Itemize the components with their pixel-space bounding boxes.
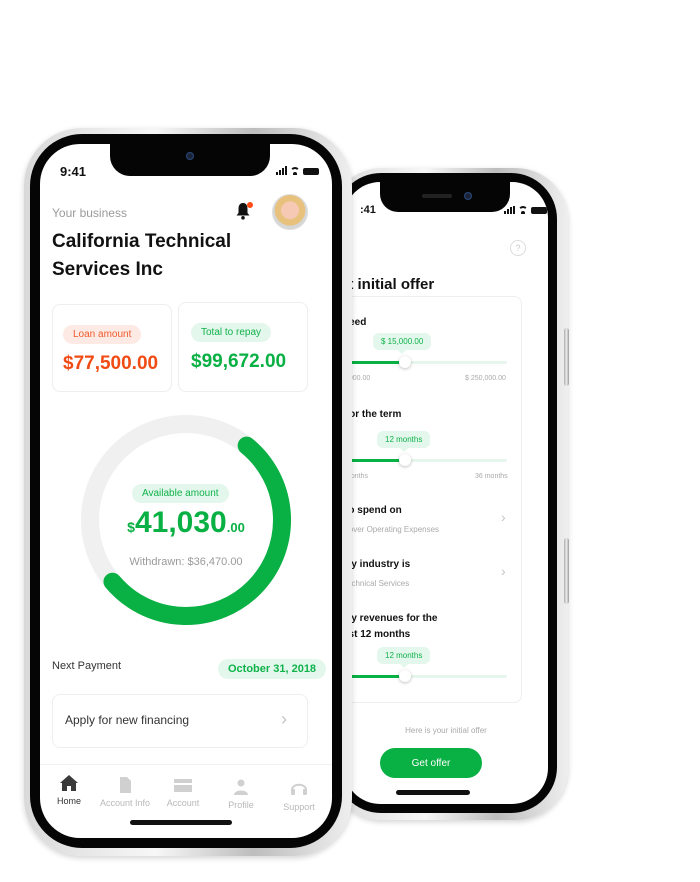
card-icon: [174, 779, 192, 792]
withdrawn-amount: Withdrawn: $36,470.00: [129, 556, 243, 568]
status-time: :41: [360, 204, 376, 216]
tab-support[interactable]: Support: [270, 781, 328, 812]
home-indicator: [396, 790, 470, 795]
available-amount-value: $41,030.00: [40, 506, 332, 540]
loan-amount-card: Loan amount $77,500.00: [52, 304, 172, 392]
chevron-right-icon: ›: [281, 709, 287, 729]
loan-amount-label: Loan amount: [63, 325, 142, 344]
tab-label: Account Info: [99, 798, 151, 808]
side-button: [564, 328, 569, 386]
offer-screen: :41 ? et initial offer need $ 15,000.00 …: [344, 182, 548, 804]
revenue-slider[interactable]: [344, 670, 507, 682]
apply-financing-button[interactable]: Apply for new financing ›: [52, 694, 308, 748]
get-offer-button[interactable]: Get offer: [380, 748, 482, 778]
revenue-tooltip: 12 months: [377, 647, 431, 668]
status-icons: [504, 206, 547, 214]
tab-home[interactable]: Home: [40, 775, 98, 806]
camera: [464, 192, 472, 200]
currency-symbol: $: [127, 519, 135, 535]
signal-icon: [504, 206, 515, 214]
status-time: 9:41: [60, 164, 87, 179]
notification-badge: [247, 202, 253, 208]
initial-offer-text: Here is your initial offer: [405, 726, 487, 735]
available-amount-label: Available amount: [132, 484, 229, 503]
dashboard-screen: 9:41 Your business California Technical …: [40, 144, 332, 838]
phone-dashboard: 9:41 Your business California Technical …: [24, 128, 354, 863]
document-icon: [120, 777, 131, 793]
tab-label: Account: [166, 798, 200, 808]
next-payment-date: October 31, 2018: [218, 659, 327, 679]
camera: [186, 152, 194, 160]
page-title: et initial offer: [344, 276, 435, 293]
home-icon: [60, 775, 78, 791]
battery-icon: [531, 207, 547, 214]
need-max: $ 250,000.00: [465, 375, 506, 382]
battery-icon: [303, 168, 319, 175]
signal-icon: [276, 166, 287, 175]
notch: [110, 142, 270, 176]
notch: [380, 182, 510, 212]
revenue-label-1: My revenues for the: [344, 613, 438, 624]
speaker: [422, 194, 452, 198]
need-slider[interactable]: [344, 356, 507, 368]
chevron-right-icon: ›: [501, 563, 506, 579]
section-label: Your business: [52, 206, 127, 220]
tab-account-info[interactable]: Account Info: [96, 777, 154, 808]
wifi-icon: [290, 167, 300, 175]
next-payment-label: Next Payment: [52, 660, 122, 672]
avatar[interactable]: [272, 194, 308, 230]
total-repay-label: Total to repay: [191, 323, 272, 342]
business-name: California Technical Services Inc: [52, 231, 232, 280]
term-slider[interactable]: [344, 454, 507, 466]
spend-value: Cover Operating Expenses: [344, 525, 440, 534]
chevron-right-icon: ›: [501, 509, 506, 525]
side-button: [564, 538, 569, 604]
offer-form-card: need $ 15,000.00 5,000.00 $ 250,000.00 F…: [344, 296, 522, 703]
amount-cents: .00: [226, 520, 245, 535]
wifi-icon: [518, 206, 528, 214]
tab-profile[interactable]: Profile: [212, 779, 270, 810]
tab-label: Profile: [228, 800, 254, 810]
tab-account[interactable]: Account: [154, 777, 212, 808]
slider-handle[interactable]: [399, 356, 412, 368]
home-indicator: [130, 820, 232, 825]
person-icon: [234, 779, 248, 795]
total-repay-value: $99,672.00: [191, 351, 287, 372]
total-repay-card: Total to repay $99,672.00: [178, 302, 308, 392]
term-max: 36 months: [475, 473, 508, 480]
need-tooltip: $ 15,000.00: [373, 333, 432, 354]
headset-icon: [291, 783, 307, 795]
tab-bar: Home Account Info Account Profile Suppor…: [40, 764, 332, 825]
term-tooltip: 12 months: [377, 431, 431, 452]
apply-financing-label: Apply for new financing: [65, 713, 190, 727]
status-icons: [276, 166, 319, 175]
loan-amount-value: $77,500.00: [63, 353, 159, 374]
amount-whole: 41,030: [134, 506, 227, 539]
help-button[interactable]: ?: [510, 240, 526, 256]
phone-offer: :41 ? et initial offer need $ 15,000.00 …: [330, 168, 570, 828]
slider-handle[interactable]: [399, 454, 412, 466]
slider-handle[interactable]: [399, 670, 412, 682]
tab-label: Home: [56, 796, 81, 806]
tab-label: Support: [283, 802, 315, 812]
